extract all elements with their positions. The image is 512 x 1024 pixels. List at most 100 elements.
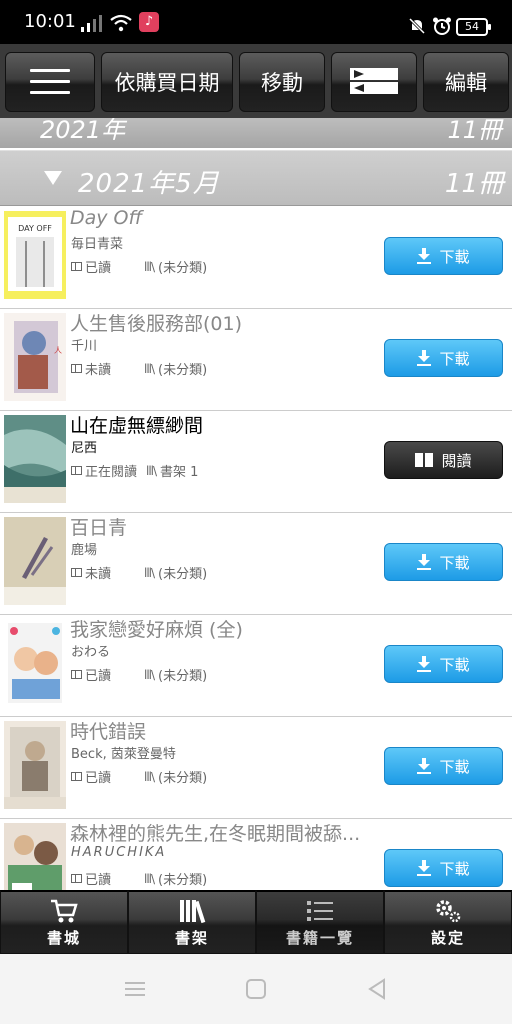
mute-bell-icon	[408, 17, 426, 35]
shelf-icon: lll\	[144, 361, 155, 376]
book-title: 百日青	[70, 517, 128, 539]
book-title: 人生售後服務部(01)	[70, 313, 243, 335]
bottom-tab-bar: 書城 書架 書籍一覽 設定	[0, 890, 512, 954]
book-icon	[71, 364, 82, 373]
shelf-label: lll\ (未分類)	[144, 361, 208, 379]
book-row[interactable]: 山在虛無縹緲間 尼西 正在閱讀 lll\ 書架 1 閱讀	[0, 411, 512, 513]
shelf-label: lll\ (未分類)	[144, 871, 208, 889]
shelf-icon: lll\	[144, 259, 155, 274]
tab-bookshelf[interactable]: 書架	[128, 890, 256, 954]
shelf-label: lll\ (未分類)	[144, 667, 208, 685]
book-cover: 人	[4, 313, 66, 401]
book-row[interactable]: 時代錯誤 Beck, 茵萊登曼特 已讀 lll\ (未分類) 下載	[0, 717, 512, 819]
home-icon[interactable]	[243, 976, 269, 1002]
tab-label: 書城	[46, 928, 81, 947]
svg-text:DAY OFF: DAY OFF	[18, 224, 52, 233]
book-title: Day Off	[70, 207, 143, 229]
month-label: 2021年5月	[78, 169, 220, 199]
bookshelf-icon	[180, 899, 206, 923]
svg-text:人: 人	[54, 346, 62, 355]
shelf-icon: lll\	[144, 871, 155, 886]
book-title: 森林裡的熊先生,在冬眠期間被舔...	[70, 823, 361, 845]
tab-settings[interactable]: 設定	[384, 890, 512, 954]
book-icon	[71, 772, 82, 781]
shelf-label: lll\ (未分類)	[144, 769, 208, 787]
back-icon[interactable]	[364, 976, 390, 1002]
book-cover	[4, 415, 66, 503]
book-cover	[4, 517, 66, 605]
alarm-icon	[433, 17, 451, 35]
year-count: 11冊	[447, 118, 502, 144]
book-icon	[71, 262, 82, 271]
tab-book-list[interactable]: 書籍一覽	[256, 890, 384, 954]
tab-store[interactable]: 書城	[0, 890, 128, 954]
read-status: 已讀	[71, 257, 111, 276]
book-row[interactable]: 百日青 鹿場 未讀 lll\ (未分類) 下載	[0, 513, 512, 615]
toolbar: 依購買日期 移動 編輯	[0, 44, 512, 118]
sort-by-date-button[interactable]: 依購買日期	[101, 52, 233, 112]
view-toggle-icon	[350, 68, 398, 94]
book-title: 我家戀愛好麻煩 (全)	[70, 619, 243, 641]
book-icon	[71, 466, 82, 475]
book-author: HARUCHIKA	[71, 845, 167, 860]
book-title: 時代錯誤	[70, 721, 147, 743]
book-row[interactable]: 我家戀愛好麻煩 (全) おわる 已讀 lll\ (未分類) 下載	[0, 615, 512, 717]
book-author: 鹿場	[71, 543, 98, 558]
signal-icon	[81, 15, 102, 32]
open-book-icon	[415, 453, 434, 467]
month-count: 11冊	[444, 169, 504, 199]
download-button[interactable]: 下載	[384, 849, 503, 887]
download-button[interactable]: 下載	[384, 645, 503, 683]
book-author: Beck, 茵萊登曼特	[71, 747, 176, 762]
tab-label: 書籍一覽	[285, 928, 354, 947]
status-bar: 10:01 ♪ 54	[0, 0, 512, 44]
book-author: 尼西	[71, 441, 98, 456]
year-label: 2021年	[40, 118, 126, 144]
book-title: 山在虛無縹緲間	[70, 415, 204, 437]
shelf-icon: lll\	[144, 667, 155, 682]
download-icon	[417, 554, 432, 570]
book-cover: DAY OFF	[4, 211, 66, 299]
download-icon	[417, 656, 432, 672]
download-button[interactable]: 下載	[384, 543, 503, 581]
status-time: 10:01	[24, 11, 76, 32]
cart-icon	[51, 899, 78, 922]
book-row[interactable]: 人 人生售後服務部(01) 千川 未讀 lll\ (未分類) 下載	[0, 309, 512, 411]
edit-button[interactable]: 編輯	[423, 52, 509, 112]
download-icon	[417, 248, 432, 264]
tab-label: 設定	[430, 928, 465, 947]
app-root: 10:01 ♪ 54 依購買日期 移動 編輯 2021年 11冊 2021年5月…	[0, 0, 512, 1024]
download-icon	[417, 860, 432, 876]
shelf-icon: lll\	[144, 565, 155, 580]
year-section-header[interactable]: 2021年 11冊	[0, 118, 512, 148]
read-status: 正在閱讀	[71, 461, 137, 480]
hamburger-icon	[30, 69, 70, 95]
book-icon	[71, 670, 82, 679]
view-toggle-button[interactable]	[331, 52, 417, 112]
system-nav-bar	[0, 954, 512, 1024]
book-cover	[4, 721, 66, 809]
read-button[interactable]: 閱讀	[384, 441, 503, 479]
battery-icon: 54	[456, 18, 491, 36]
download-button[interactable]: 下載	[384, 747, 503, 785]
book-icon	[71, 874, 82, 883]
collapse-arrow-icon	[44, 171, 62, 185]
read-status: 已讀	[71, 869, 111, 888]
download-button[interactable]: 下載	[384, 237, 503, 275]
shelf-icon: lll\	[144, 769, 155, 784]
list-icon	[307, 900, 333, 921]
month-section-header[interactable]: 2021年5月 11冊	[0, 150, 512, 206]
move-button[interactable]: 移動	[239, 52, 325, 112]
book-cover	[4, 619, 66, 707]
book-row[interactable]: 森林裡的熊先生,在冬眠期間被舔... HARUCHIKA 已讀 lll\ (未分類…	[0, 819, 512, 890]
wifi-icon	[110, 14, 132, 32]
book-cover	[4, 823, 66, 890]
book-row[interactable]: DAY OFF Day Off 毎日青菜 已讀 lll\ (未分類) 下載	[0, 207, 512, 309]
recent-apps-icon[interactable]	[122, 976, 148, 1002]
read-status: 未讀	[71, 563, 111, 582]
book-icon	[71, 568, 82, 577]
download-button[interactable]: 下載	[384, 339, 503, 377]
shelf-label: lll\ 書架 1	[146, 463, 199, 481]
menu-button[interactable]	[5, 52, 95, 112]
tab-label: 書架	[174, 928, 209, 947]
